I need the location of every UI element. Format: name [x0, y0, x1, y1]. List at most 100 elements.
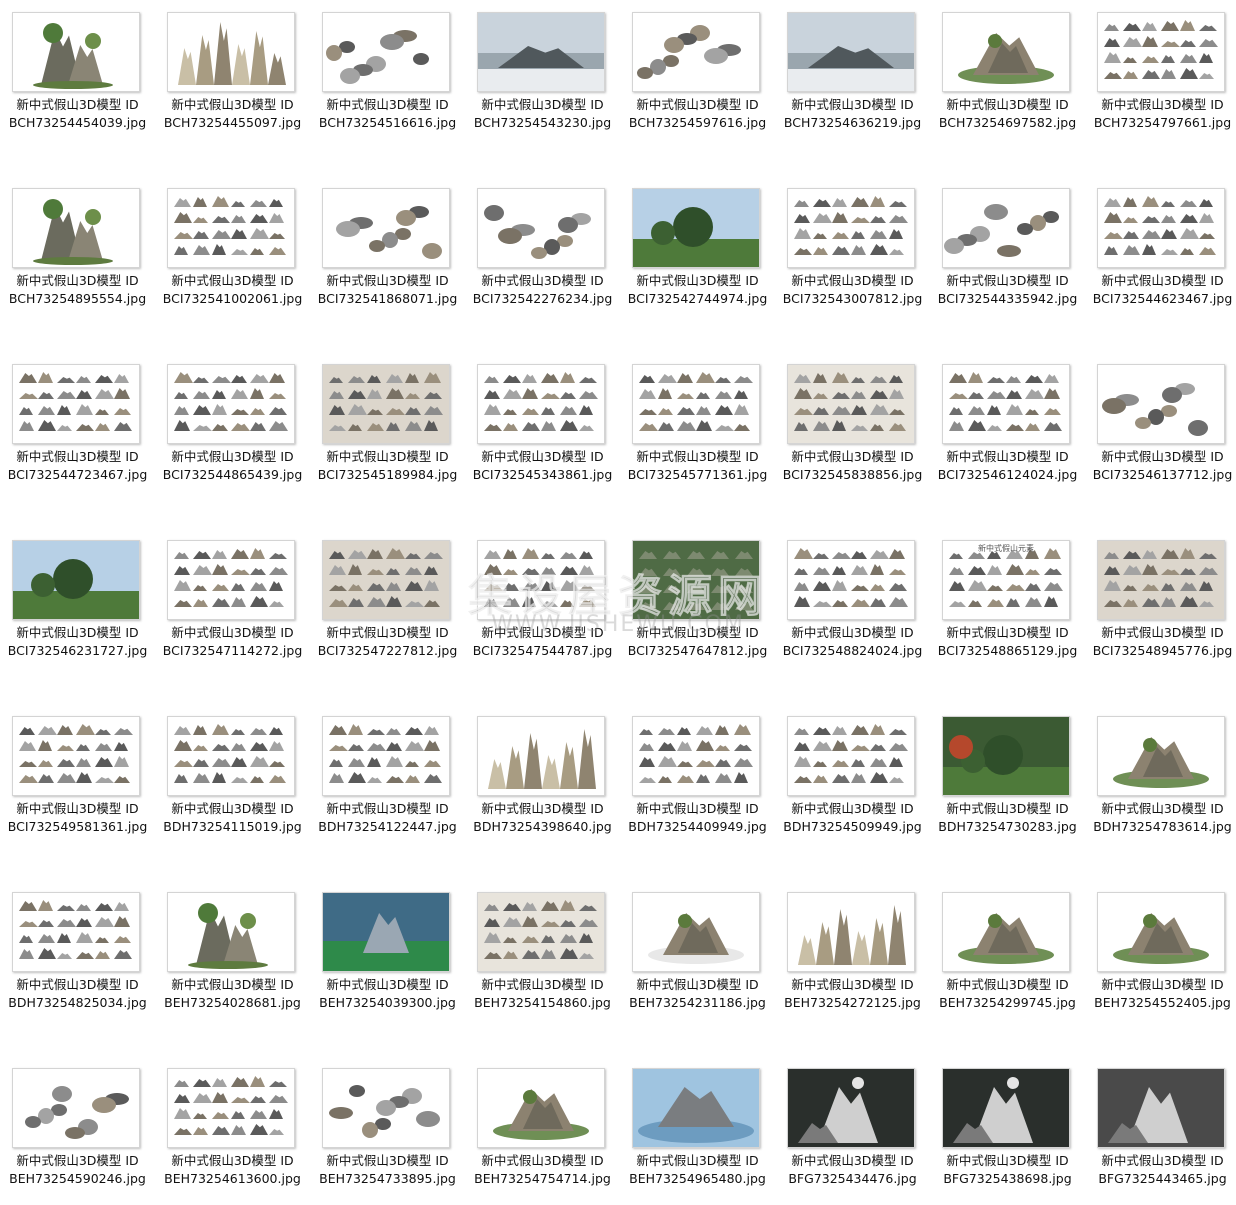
file-thumbnail[interactable] — [167, 188, 295, 268]
file-thumbnail[interactable] — [167, 12, 295, 92]
file-item[interactable]: 新中式假山3D模型 ID BCI732547114272.jpg — [155, 528, 310, 668]
file-item[interactable]: 新中式假山3D模型 ID BCI732545189984.jpg — [310, 352, 465, 492]
file-name[interactable]: 新中式假山3D模型 ID BDH73254398640.jpg — [465, 800, 620, 836]
file-item[interactable]: 新中式假山3D模型 ID BEH73254590246.jpg — [0, 1056, 155, 1196]
file-thumbnail[interactable] — [12, 1068, 140, 1148]
file-thumbnail[interactable] — [632, 540, 760, 620]
file-thumbnail[interactable] — [1097, 364, 1225, 444]
file-thumbnail[interactable] — [12, 12, 140, 92]
file-item[interactable]: 新中式假山3D模型 ID BCH73254697582.jpg — [930, 0, 1085, 140]
file-name[interactable]: 新中式假山3D模型 ID BCI732542744974.jpg — [620, 272, 775, 308]
file-name[interactable]: 新中式假山3D模型 ID BCI732543007812.jpg — [775, 272, 930, 308]
file-name[interactable]: 新中式假山3D模型 ID BCI732548865129.jpg — [930, 624, 1085, 660]
file-item[interactable]: 新中式假山3D模型 ID BCH73254895554.jpg — [0, 176, 155, 316]
file-name[interactable]: 新中式假山3D模型 ID BEH73254590246.jpg — [0, 1152, 155, 1188]
file-item[interactable]: 新中式假山3D模型 ID BCI732547647812.jpg — [620, 528, 775, 668]
file-name[interactable]: 新中式假山3D模型 ID BCI732548945776.jpg — [1085, 624, 1236, 660]
file-item[interactable]: 新中式假山3D模型 ID BDH73254398640.jpg — [465, 704, 620, 844]
file-name[interactable]: 新中式假山3D模型 ID BCI732542276234.jpg — [465, 272, 620, 308]
file-thumbnail[interactable] — [12, 540, 140, 620]
file-item[interactable]: 新中式假山3D模型 ID BCH73254636219.jpg — [775, 0, 930, 140]
file-thumbnail[interactable] — [787, 364, 915, 444]
file-thumbnail[interactable] — [12, 188, 140, 268]
file-item[interactable]: 新中式假山3D模型 ID BCI732548945776.jpg — [1085, 528, 1236, 668]
file-item[interactable]: 新中式假山3D模型 ID BCH73254455097.jpg — [155, 0, 310, 140]
file-name[interactable]: 新中式假山3D模型 ID BEH73254965480.jpg — [620, 1152, 775, 1188]
file-item[interactable]: 新中式假山3D模型 ID BEH73254733895.jpg — [310, 1056, 465, 1196]
file-thumbnail[interactable] — [12, 716, 140, 796]
file-name[interactable]: 新中式假山3D模型 ID BCI732541002061.jpg — [155, 272, 310, 308]
file-thumbnail[interactable] — [787, 1068, 915, 1148]
file-name[interactable]: 新中式假山3D模型 ID BFG7325434476.jpg — [775, 1152, 930, 1188]
file-thumbnail[interactable] — [632, 716, 760, 796]
file-item[interactable]: 新中式假山3D模型 ID BDH73254122447.jpg — [310, 704, 465, 844]
file-name[interactable]: 新中式假山3D模型 ID BDH73254730283.jpg — [930, 800, 1085, 836]
file-thumbnail[interactable] — [942, 364, 1070, 444]
file-name[interactable]: 新中式假山3D模型 ID BCI732548824024.jpg — [775, 624, 930, 660]
file-name[interactable]: 新中式假山3D模型 ID BEH73254272125.jpg — [775, 976, 930, 1012]
file-item[interactable]: 新中式假山3D模型 ID BDH73254730283.jpg — [930, 704, 1085, 844]
file-item[interactable]: 新中式假山3D模型 ID BEH73254754714.jpg — [465, 1056, 620, 1196]
file-thumbnail[interactable] — [477, 540, 605, 620]
file-thumbnail[interactable] — [322, 1068, 450, 1148]
file-name[interactable]: 新中式假山3D模型 ID BCI732546231727.jpg — [0, 624, 155, 660]
file-thumbnail[interactable] — [1097, 540, 1225, 620]
file-item[interactable]: 新中式假山3D模型 ID BEH73254272125.jpg — [775, 880, 930, 1020]
file-name[interactable]: 新中式假山3D模型 ID BCI732544335942.jpg — [930, 272, 1085, 308]
file-name[interactable]: 新中式假山3D模型 ID BCH73254895554.jpg — [0, 272, 155, 308]
file-thumbnail[interactable] — [322, 892, 450, 972]
file-thumbnail[interactable] — [632, 892, 760, 972]
file-name[interactable]: 新中式假山3D模型 ID BCI732545771361.jpg — [620, 448, 775, 484]
file-name[interactable]: 新中式假山3D模型 ID BEH73254552405.jpg — [1085, 976, 1236, 1012]
file-thumbnail[interactable] — [632, 188, 760, 268]
file-name[interactable]: 新中式假山3D模型 ID BFG7325443465.jpg — [1085, 1152, 1236, 1188]
file-thumbnail[interactable] — [12, 364, 140, 444]
file-item[interactable]: 新中式假山3D模型 ID BCI732547227812.jpg — [310, 528, 465, 668]
file-name[interactable]: 新中式假山3D模型 ID BCI732545343861.jpg — [465, 448, 620, 484]
file-thumbnail[interactable] — [477, 188, 605, 268]
file-name[interactable]: 新中式假山3D模型 ID BDH73254825034.jpg — [0, 976, 155, 1012]
file-name[interactable]: 新中式假山3D模型 ID BDH73254409949.jpg — [620, 800, 775, 836]
file-name[interactable]: 新中式假山3D模型 ID BCI732547544787.jpg — [465, 624, 620, 660]
file-thumbnail[interactable]: 新中式假山元素 — [942, 540, 1070, 620]
file-item[interactable]: 新中式假山3D模型 ID BCI732549581361.jpg — [0, 704, 155, 844]
file-thumbnail[interactable] — [477, 364, 605, 444]
file-item[interactable]: 新中式假山3D模型 ID BCI732541868071.jpg — [310, 176, 465, 316]
file-item[interactable]: 新中式假山3D模型 ID BEH73254552405.jpg — [1085, 880, 1236, 1020]
file-thumbnail[interactable] — [942, 188, 1070, 268]
file-thumbnail[interactable] — [942, 892, 1070, 972]
file-thumbnail[interactable] — [1097, 716, 1225, 796]
file-item[interactable]: 新中式假山3D模型 ID BCH73254597616.jpg — [620, 0, 775, 140]
file-item[interactable]: 新中式假山3D模型 ID BCH73254516616.jpg — [310, 0, 465, 140]
file-item[interactable]: 新中式假山3D模型 ID BCI732544335942.jpg — [930, 176, 1085, 316]
file-item[interactable]: 新中式假山3D模型 ID BCI732546137712.jpg — [1085, 352, 1236, 492]
file-thumbnail[interactable] — [632, 12, 760, 92]
file-thumbnail[interactable] — [787, 540, 915, 620]
file-item[interactable]: 新中式假山3D模型 ID BFG7325434476.jpg — [775, 1056, 930, 1196]
file-thumbnail[interactable] — [942, 716, 1070, 796]
file-thumbnail[interactable] — [787, 188, 915, 268]
file-item[interactable]: 新中式假山3D模型 ID BEH73254299745.jpg — [930, 880, 1085, 1020]
file-item[interactable]: 新中式假山3D模型 ID BCI732546124024.jpg — [930, 352, 1085, 492]
file-thumbnail[interactable] — [477, 716, 605, 796]
file-item[interactable]: 新中式假山3D模型 ID BFG7325438698.jpg — [930, 1056, 1085, 1196]
file-thumbnail[interactable] — [322, 12, 450, 92]
file-item[interactable]: 新中式假山3D模型 ID BCI732547544787.jpg — [465, 528, 620, 668]
file-name[interactable]: 新中式假山3D模型 ID BEH73254154860.jpg — [465, 976, 620, 1012]
file-thumbnail[interactable] — [477, 12, 605, 92]
file-name[interactable]: 新中式假山3D模型 ID BCI732547227812.jpg — [310, 624, 465, 660]
file-item[interactable]: 新中式假山3D模型 ID BFG7325443465.jpg — [1085, 1056, 1236, 1196]
file-thumbnail[interactable] — [322, 188, 450, 268]
file-name[interactable]: 新中式假山3D模型 ID BDH73254783614.jpg — [1085, 800, 1236, 836]
file-item[interactable]: 新中式假山3D模型 ID BCI732543007812.jpg — [775, 176, 930, 316]
file-name[interactable]: 新中式假山3D模型 ID BCH73254636219.jpg — [775, 96, 930, 132]
file-name[interactable]: 新中式假山3D模型 ID BCH73254543230.jpg — [465, 96, 620, 132]
file-thumbnail[interactable] — [167, 364, 295, 444]
file-thumbnail[interactable] — [477, 1068, 605, 1148]
file-item[interactable]: 新中式假山3D模型 ID BCH73254543230.jpg — [465, 0, 620, 140]
file-name[interactable]: 新中式假山3D模型 ID BCI732544723467.jpg — [0, 448, 155, 484]
file-name[interactable]: 新中式假山3D模型 ID BCI732546137712.jpg — [1085, 448, 1236, 484]
file-name[interactable]: 新中式假山3D模型 ID BCI732547114272.jpg — [155, 624, 310, 660]
file-name[interactable]: 新中式假山3D模型 ID BCI732549581361.jpg — [0, 800, 155, 836]
file-item[interactable]: 新中式假山3D模型 ID BEH73254039300.jpg — [310, 880, 465, 1020]
